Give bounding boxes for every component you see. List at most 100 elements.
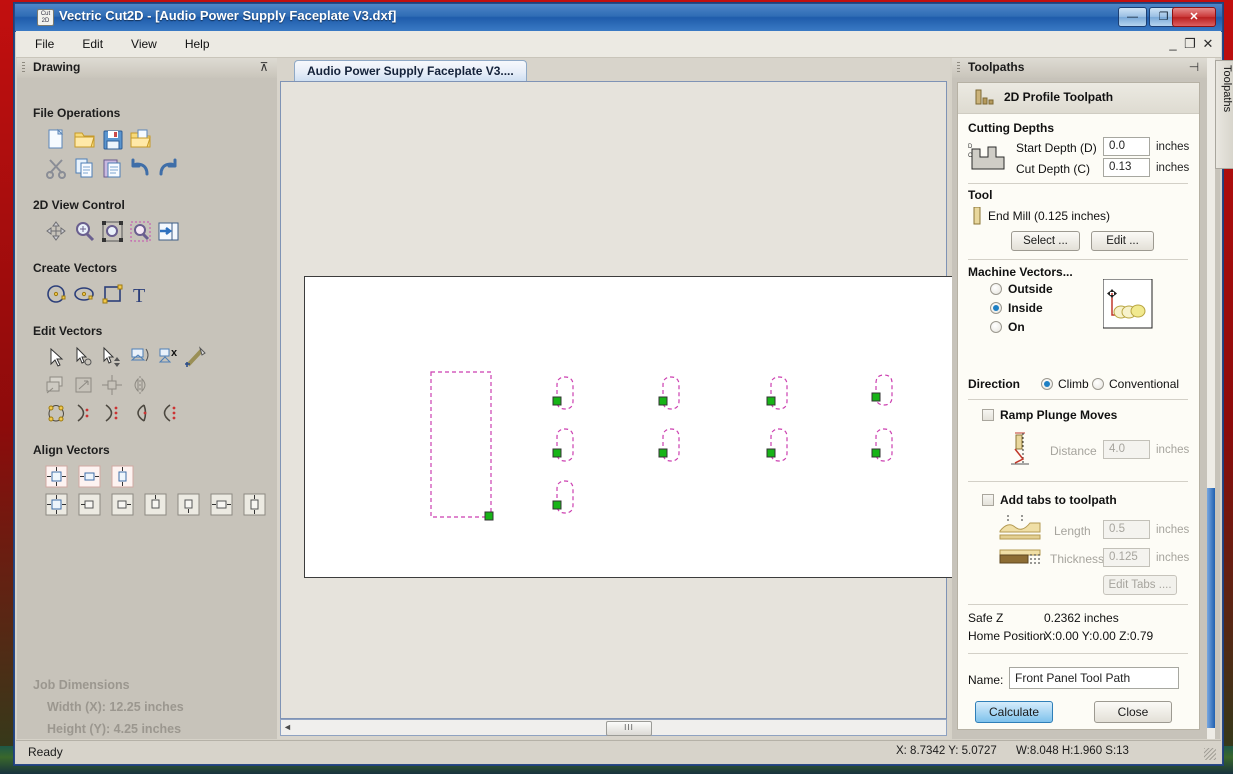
select-tool-button[interactable]: Select ... (1011, 231, 1080, 251)
pan-move-icon[interactable] (45, 220, 69, 244)
copy-icon[interactable] (73, 156, 97, 180)
mdi-minimize-button[interactable]: _ (1166, 37, 1180, 50)
toolbar-row-edit-vectors-1: x (45, 346, 213, 370)
panel-vertical-scrollbar[interactable] (1207, 58, 1215, 739)
mirror-icon[interactable] (129, 374, 153, 398)
align-top-icon[interactable] (144, 493, 168, 517)
draw-ellipse-icon[interactable] (73, 283, 97, 307)
start-depth-input[interactable]: 0.0 (1103, 137, 1150, 156)
align-center-vertical-icon[interactable] (111, 465, 135, 489)
ramp-plunge-icon (1006, 429, 1046, 467)
app-logo-icon: Cut2D (37, 9, 54, 26)
align-center-icon[interactable] (45, 465, 69, 489)
toolpath-name-input[interactable]: Front Panel Tool Path (1009, 667, 1179, 689)
canvas-horizontal-scrollbar[interactable]: ◄ III (280, 719, 947, 736)
ramp-distance-input[interactable]: 4.0 (1103, 440, 1150, 459)
zoom-to-drawing-icon[interactable] (157, 220, 181, 244)
edit-tool-button[interactable]: Edit ... (1091, 231, 1154, 251)
zoom-in-icon[interactable] (73, 220, 97, 244)
align-right-icon[interactable] (111, 493, 135, 517)
menu-item-edit[interactable]: Edit (73, 35, 112, 53)
close-button[interactable]: Close (1094, 701, 1172, 723)
drawing-canvas[interactable] (280, 81, 947, 719)
toolpaths-vertical-tab[interactable]: Toolpaths (1215, 60, 1233, 169)
offset-icon[interactable] (45, 374, 69, 398)
machine-vectors-radio-on[interactable] (990, 321, 1002, 333)
new-file-icon[interactable] (45, 128, 69, 152)
panel-scroll-thumb[interactable] (1207, 488, 1215, 728)
paste-icon[interactable] (101, 156, 125, 180)
align-middle-v-icon[interactable] (243, 493, 267, 517)
cut-depth-input[interactable]: 0.13 (1103, 158, 1150, 177)
open-folder-icon[interactable] (73, 128, 97, 152)
end-mill-icon (972, 207, 982, 225)
scroll-thumb[interactable]: III (606, 721, 652, 736)
menu-item-view[interactable]: View (122, 35, 166, 53)
machine-vectors-title: Machine Vectors... (968, 265, 1073, 279)
open-curve-icon[interactable] (73, 402, 97, 426)
resize-grip-icon[interactable] (1204, 748, 1216, 760)
machine-vectors-radio-inside[interactable] (990, 302, 1002, 314)
close-shape-icon[interactable] (129, 402, 153, 426)
direction-radio-climb[interactable] (1041, 378, 1053, 390)
draw-circle-icon[interactable] (45, 283, 69, 307)
divider (968, 183, 1188, 184)
menu-item-help[interactable]: Help (176, 35, 219, 53)
move-vector-icon[interactable] (101, 346, 125, 370)
machine-vectors-radio-outside[interactable] (990, 283, 1002, 295)
machine-vectors-label-inside[interactable]: Inside (1008, 301, 1043, 315)
open-recent-icon[interactable] (129, 128, 153, 152)
pin-icon[interactable]: ⊣ (1188, 61, 1200, 74)
document-area: Audio Power Supply Faceplate V3.... (277, 58, 950, 739)
pin-icon[interactable]: ⊼ (258, 61, 270, 74)
node-edit-icon[interactable] (73, 346, 97, 370)
draw-text-icon[interactable]: T (129, 283, 153, 307)
align-middle-h-icon[interactable] (210, 493, 234, 517)
tab-length-input[interactable]: 0.5 (1103, 520, 1150, 539)
add-tabs-label[interactable]: Add tabs to toolpath (1000, 493, 1117, 507)
align-left-icon[interactable] (78, 493, 102, 517)
close-shape-alt-icon[interactable] (157, 402, 181, 426)
scale-icon[interactable] (73, 374, 97, 398)
cut-scissors-icon[interactable] (45, 156, 69, 180)
machine-vectors-label-outside[interactable]: Outside (1008, 282, 1053, 296)
edit-tabs-button[interactable]: Edit Tabs .... (1103, 575, 1177, 595)
svg-text:x: x (171, 347, 178, 359)
zoom-extents-icon[interactable] (101, 220, 125, 244)
vector-drawing (305, 277, 951, 575)
align-bottom-icon[interactable] (177, 493, 201, 517)
mdi-close-button[interactable]: ✕ (1201, 37, 1215, 50)
calculate-button[interactable]: Calculate (975, 701, 1053, 723)
toolpaths-panel: Toolpaths ⊣ 2D Profile Toolpath Cutting … (952, 58, 1220, 739)
status-coordinates: X: 8.7342 Y: 5.0727 (896, 745, 997, 757)
mdi-restore-button[interactable]: ❐ (1183, 37, 1197, 50)
redo-arrow-icon[interactable] (157, 156, 181, 180)
window-close-button[interactable]: ✕ (1172, 7, 1216, 27)
measure-icon[interactable] (129, 346, 153, 370)
zoom-selection-icon[interactable] (129, 220, 153, 244)
ramp-plunge-label[interactable]: Ramp Plunge Moves (1000, 408, 1117, 422)
node-points-icon[interactable] (45, 402, 69, 426)
inside-cut-preview-icon (1103, 279, 1153, 329)
join-vectors-icon[interactable] (101, 374, 125, 398)
direction-label-climb[interactable]: Climb (1058, 377, 1089, 391)
save-disk-icon[interactable] (101, 128, 125, 152)
tab-thickness-input[interactable]: 0.125 (1103, 548, 1150, 567)
delete-vector-icon[interactable]: x (157, 346, 181, 370)
menu-item-file[interactable]: File (26, 35, 63, 53)
polyline-edit-icon[interactable] (185, 346, 209, 370)
window-minimize-button[interactable]: — (1118, 7, 1147, 27)
document-tab[interactable]: Audio Power Supply Faceplate V3.... (294, 60, 527, 81)
scroll-left-arrow-icon[interactable]: ◄ (283, 722, 292, 732)
align-all-icon[interactable] (45, 493, 69, 517)
direction-radio-conventional[interactable] (1092, 378, 1104, 390)
ramp-plunge-checkbox[interactable] (982, 409, 994, 421)
undo-arrow-icon[interactable] (129, 156, 153, 180)
select-arrow-icon[interactable] (45, 346, 69, 370)
draw-rectangle-icon[interactable] (101, 283, 125, 307)
direction-label-conventional[interactable]: Conventional (1109, 377, 1179, 391)
toolbar-row-align-2 (45, 493, 271, 517)
align-center-horizontal-icon[interactable] (78, 465, 102, 489)
close-curve-icon[interactable] (101, 402, 125, 426)
add-tabs-checkbox[interactable] (982, 494, 994, 506)
